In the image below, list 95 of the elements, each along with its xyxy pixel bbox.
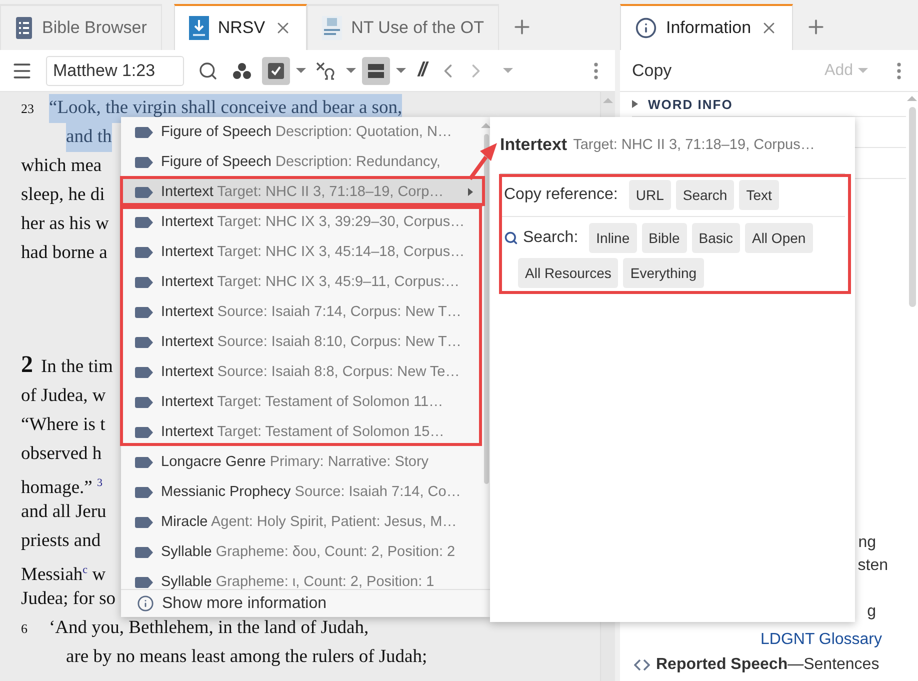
menu-item[interactable]: Intertext Target: NHC IX 3, 45:14–18, Corpus… xyxy=(121,237,483,267)
caret-icon[interactable] xyxy=(346,68,356,73)
info-icon xyxy=(137,595,154,612)
copy-option-button[interactable]: Search xyxy=(676,180,734,210)
tag-icon xyxy=(135,396,153,408)
tag-icon xyxy=(135,126,153,138)
parallel-button[interactable]: // xyxy=(412,59,432,82)
document-list-icon xyxy=(15,16,33,40)
search-option-button[interactable]: Everything xyxy=(623,258,704,288)
menu-item[interactable]: Intertext Target: Testament of Solomon 15… xyxy=(121,417,483,447)
scripture-text: In the tim xyxy=(41,356,113,379)
scripture-text: Messiah$^{c}$ w xyxy=(21,563,106,588)
scripture-text: which mea xyxy=(21,155,102,178)
copy-reference-label: Copy reference: xyxy=(504,186,618,204)
tag-icon xyxy=(135,486,153,498)
glossary-link[interactable]: LDGNT Glossary xyxy=(760,631,882,649)
scripture-text: are by no means least among the rulers of Judah; xyxy=(66,646,428,669)
scripture-text: had borne a xyxy=(21,242,108,265)
search-option-button[interactable]: Basic xyxy=(692,223,740,253)
info-text: sten xyxy=(858,556,888,576)
tag-icon xyxy=(135,336,153,348)
copy-option-button[interactable]: Text xyxy=(739,180,779,210)
menu-item[interactable]: Intertext Target: Testament of Solomon 11… xyxy=(121,387,483,417)
toolbar-toggle-button[interactable] xyxy=(262,56,290,84)
menu-item[interactable]: Miracle Agent: Holy Spirit, Patient: Jesus, M… xyxy=(121,507,483,537)
menu-item[interactable]: Longacre Genre Primary: Narrative: Story xyxy=(121,447,483,477)
tag-icon xyxy=(135,246,153,258)
search-icon xyxy=(198,60,218,80)
scripture-text: homage.” $^{3}$ xyxy=(21,476,103,500)
search-label: Search: xyxy=(523,229,578,247)
document-tab[interactable]: NRSV xyxy=(174,4,308,50)
three-dots-icon xyxy=(232,62,252,80)
copy-button[interactable]: Copy xyxy=(632,60,672,80)
expander-icon[interactable] xyxy=(632,100,638,108)
info-text: g xyxy=(867,602,876,622)
information-tab[interactable]: Information xyxy=(620,4,794,50)
menu-item[interactable]: Syllable Grapheme: δου, Count: 2, Position: 2 xyxy=(121,537,483,567)
search-option-button[interactable]: All Resources xyxy=(518,258,618,288)
menu-item[interactable]: Intertext Source: Isaiah 8:8, Corpus: New Te… xyxy=(121,357,483,387)
tag-icon xyxy=(135,216,153,228)
book-check-icon xyxy=(267,62,285,80)
tag-icon xyxy=(135,156,153,168)
document-tab[interactable]: NT Use of the OT xyxy=(307,4,500,50)
tag-icon xyxy=(135,306,153,318)
tag-icon xyxy=(135,426,153,438)
scripture-text: observed h xyxy=(21,443,102,466)
scripture-text: priests and xyxy=(21,530,101,553)
verse-number: 6 xyxy=(21,620,28,638)
tag-icon xyxy=(135,186,153,198)
copy-option-button[interactable]: URL xyxy=(628,180,671,210)
chapter-number: 2 xyxy=(21,351,33,380)
menu-item[interactable]: Figure of Speech Description: Redundancy, xyxy=(121,147,483,177)
interlinear-icon xyxy=(315,60,337,80)
tag-icon xyxy=(135,366,153,378)
search-icon xyxy=(504,231,518,245)
code-brackets-icon xyxy=(634,659,650,671)
menu-item[interactable]: Messianic Prophecy Source: Isaiah 7:14, Co… xyxy=(121,477,483,507)
search-option-button[interactable]: All Open xyxy=(744,223,813,253)
scripture-text: Judea; for so xyxy=(21,588,116,611)
menu-item[interactable]: Syllable Grapheme: ι, Count: 2, Position: 1 xyxy=(121,567,483,589)
menu-item[interactable]: Intertext Target: NHC IX 3, 39:29–30, Corpus… xyxy=(121,207,483,237)
scripture-text: sleep, he di xyxy=(21,184,105,207)
document-tab[interactable]: Bible Browser xyxy=(0,4,162,50)
search-option-button[interactable]: Inline xyxy=(589,223,637,253)
caret-icon[interactable] xyxy=(503,68,514,73)
menu-item[interactable]: Intertext Source: Isaiah 8:10, Corpus: New T… xyxy=(121,327,483,357)
entry-text: Reported Speech—Sentences xyxy=(656,656,880,674)
tag-icon xyxy=(135,576,153,588)
tag-icon xyxy=(135,516,153,528)
menu-item[interactable]: Intertext Source: Isaiah 7:14, Corpus: New T… xyxy=(121,297,483,327)
info-text: ng xyxy=(858,533,876,553)
tag-icon xyxy=(135,546,153,558)
scripture-text: and all Jeru xyxy=(21,501,106,524)
caret-icon[interactable] xyxy=(396,68,406,73)
submenu-title: Intertext xyxy=(500,135,568,155)
scripture-text: her as his w xyxy=(21,213,109,236)
section-header[interactable]: WORD INFO xyxy=(622,92,906,116)
scripture-text: “Where is t xyxy=(21,414,106,437)
document-thumbnail-icon xyxy=(322,16,342,40)
submenu-arrow-icon xyxy=(468,188,473,196)
info-icon xyxy=(635,17,657,39)
reference-field[interactable]: Matthew 1:23 xyxy=(46,56,184,86)
show-more-button[interactable]: Show more information xyxy=(121,589,490,617)
tag-icon xyxy=(135,276,153,288)
layout-icon xyxy=(367,62,385,80)
search-option-button[interactable]: Bible xyxy=(642,223,687,253)
verse-number: 23 xyxy=(21,100,35,118)
submenu-detail: Target: NHC II 3, 71:18–19, Corpus… xyxy=(573,137,815,153)
scripture-text: ‘And you, Bethlehem, in the land of Judah, xyxy=(49,617,369,640)
caret-icon[interactable] xyxy=(296,68,306,73)
menu-item[interactable]: Intertext Target: NHC IX 3, 45:9–11, Corpus:… xyxy=(121,267,483,297)
tag-icon xyxy=(135,456,153,468)
scripture-text: and th xyxy=(66,123,112,152)
toolbar-toggle-button[interactable] xyxy=(362,56,390,84)
scripture-text: of Judea, w xyxy=(21,385,106,408)
